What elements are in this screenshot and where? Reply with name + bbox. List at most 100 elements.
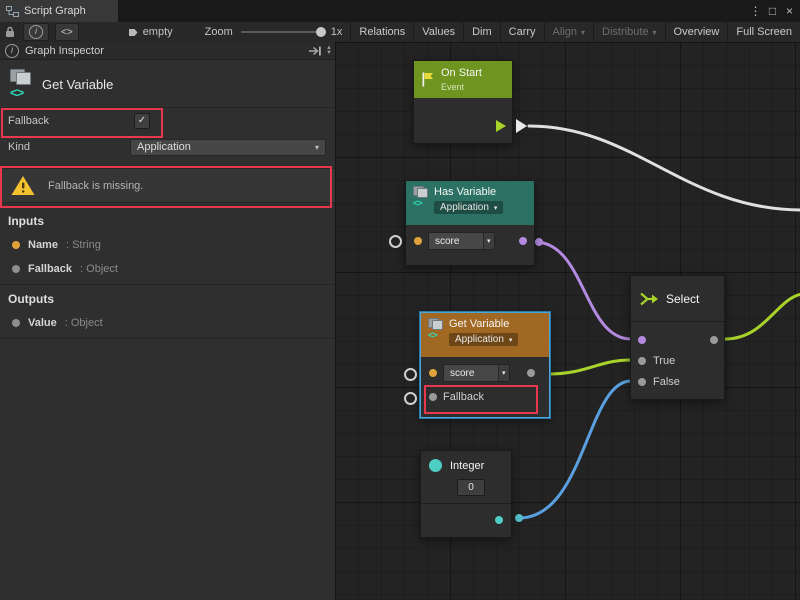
object-port-icon[interactable] (429, 393, 437, 401)
unit-title-block: <> Get Variable (0, 62, 335, 108)
dock-panel-icon[interactable] (308, 46, 322, 56)
trigger-output-port[interactable] (496, 120, 506, 132)
lock-icon[interactable] (0, 22, 20, 42)
align-button[interactable]: Align▾ (544, 22, 593, 42)
chevron-down-icon: ▾ (653, 28, 657, 37)
papers-icon (428, 318, 442, 329)
kind-label: Kind (8, 141, 30, 153)
variable-name-row: score ▾ (406, 229, 534, 253)
scroll-arrows-icon[interactable]: ▲▼ (326, 46, 332, 56)
chevron-down-icon: ▾ (581, 28, 585, 37)
script-graph-window: Script Graph ⋮ □ × i <> empty Zoom 1x (0, 0, 800, 600)
false-input-port[interactable] (638, 378, 646, 386)
select-header: Select (631, 276, 724, 322)
unconnected-input-port[interactable] (404, 368, 417, 381)
integer-type-icon (429, 459, 442, 472)
values-button[interactable]: Values (413, 22, 463, 42)
fullscreen-button[interactable]: Full Screen (727, 22, 800, 42)
true-input-port[interactable] (638, 357, 646, 365)
wire-getvariable-to-true[interactable] (547, 360, 631, 374)
chevron-down-icon: ▾ (483, 233, 494, 249)
connection-wires (335, 42, 800, 600)
port-dot[interactable] (535, 238, 543, 246)
carry-button[interactable]: Carry (500, 22, 544, 42)
warning-box: Fallback is missing. (0, 168, 335, 203)
unconnected-input-port[interactable] (404, 392, 417, 405)
selection-label: empty (128, 26, 173, 38)
distribute-button[interactable]: Distribute▾ (593, 22, 664, 42)
dim-button[interactable]: Dim (463, 22, 500, 42)
toolbar-right: Relations Values Dim Carry Align▾ Distri… (350, 22, 800, 42)
on-start-header: On Start Event (414, 61, 512, 98)
kind-dropdown[interactable]: Application▾ (434, 201, 503, 214)
close-icon[interactable]: × (781, 4, 798, 18)
kind-dropdown[interactable]: Application ▾ (130, 139, 326, 156)
variable-name-row: score ▾ (421, 361, 549, 385)
connected-trigger-port[interactable] (516, 119, 527, 133)
divider (0, 338, 335, 339)
string-port-icon[interactable] (414, 237, 422, 245)
window-controls: ⋮ □ × (747, 0, 798, 22)
node-get-variable[interactable]: <> Get Variable Application▾ score ▾ (420, 312, 550, 418)
node-has-variable[interactable]: <> Has Variable Application▾ score ▾ (405, 180, 535, 266)
inspector-header: i Graph Inspector ▲▼ (0, 42, 335, 60)
outputs-header: Outputs (8, 292, 54, 306)
zoom-slider-knob[interactable] (316, 27, 326, 37)
input-fallback-row: Fallback : Object (0, 258, 335, 280)
node-integer[interactable]: Integer 0 (420, 450, 512, 538)
inputs-header: Inputs (8, 214, 44, 228)
condition-row (631, 329, 724, 350)
chevron-down-icon: ▾ (315, 143, 319, 152)
get-variable-icon: <> (10, 69, 30, 100)
window-menu-icon[interactable]: ⋮ (747, 4, 764, 18)
integer-value-field[interactable]: 0 (457, 479, 485, 496)
object-port-icon (12, 319, 20, 327)
tab-script-graph[interactable]: Script Graph (0, 0, 118, 22)
graph-inspector-panel: i Graph Inspector ▲▼ <> Get Variable Fal… (0, 42, 336, 600)
unconnected-input-port[interactable] (389, 235, 402, 248)
string-port-icon[interactable] (429, 369, 437, 377)
unit-title: Get Variable (42, 77, 113, 92)
titlebar: Script Graph ⋮ □ × (0, 0, 800, 22)
maximize-icon[interactable]: □ (764, 4, 781, 18)
divider (0, 284, 335, 285)
main-area: i Graph Inspector ▲▼ <> Get Variable Fal… (0, 42, 800, 600)
kind-dropdown[interactable]: Application▾ (449, 333, 518, 346)
overview-button[interactable]: Overview (665, 22, 728, 42)
select-icon (639, 290, 659, 308)
bool-output-port[interactable] (519, 237, 527, 245)
relations-button[interactable]: Relations (350, 22, 413, 42)
input-name-row: Name : String (0, 234, 335, 256)
node-select[interactable]: Select True False (630, 275, 725, 400)
papers-icon (413, 186, 427, 197)
wire-select-out[interactable] (725, 294, 800, 339)
object-port-icon (12, 265, 20, 273)
zoom-control: Zoom 1x (205, 26, 343, 38)
angle-brackets-icon: <> (428, 330, 437, 340)
fallback-checkbox[interactable]: ✓ (134, 113, 150, 129)
zoom-slider[interactable] (241, 31, 323, 33)
variable-name-dropdown[interactable]: score ▾ (428, 232, 495, 250)
zoom-value: 1x (331, 26, 343, 38)
selection-output-port[interactable] (710, 336, 718, 344)
variable-name-dropdown[interactable]: score ▾ (443, 364, 510, 382)
info-icon: i (29, 25, 43, 39)
toolbar-left: i <> empty Zoom 1x (0, 22, 342, 42)
inspect-toggle-button[interactable]: i (23, 23, 49, 41)
chevron-down-icon: ▾ (494, 204, 498, 212)
angle-brackets-icon: <> (10, 85, 23, 100)
port-dot[interactable] (515, 514, 523, 522)
fallback-option-row: Fallback ✓ (0, 110, 335, 132)
integer-output-port[interactable] (495, 516, 503, 524)
code-preview-button[interactable]: <> (55, 23, 79, 41)
value-output-port[interactable] (527, 369, 535, 377)
variable-icon: <> (413, 186, 427, 208)
node-on-start[interactable]: On Start Event (413, 60, 513, 144)
graph-canvas[interactable]: On Start Event <> Has Variable (335, 42, 800, 600)
wire-onstart-out[interactable] (529, 126, 800, 210)
chevron-down-icon: ▾ (509, 336, 513, 344)
condition-input-port[interactable] (638, 336, 646, 344)
info-icon: i (5, 44, 19, 58)
warning-text: Fallback is missing. (48, 180, 143, 192)
flag-icon (421, 72, 434, 87)
